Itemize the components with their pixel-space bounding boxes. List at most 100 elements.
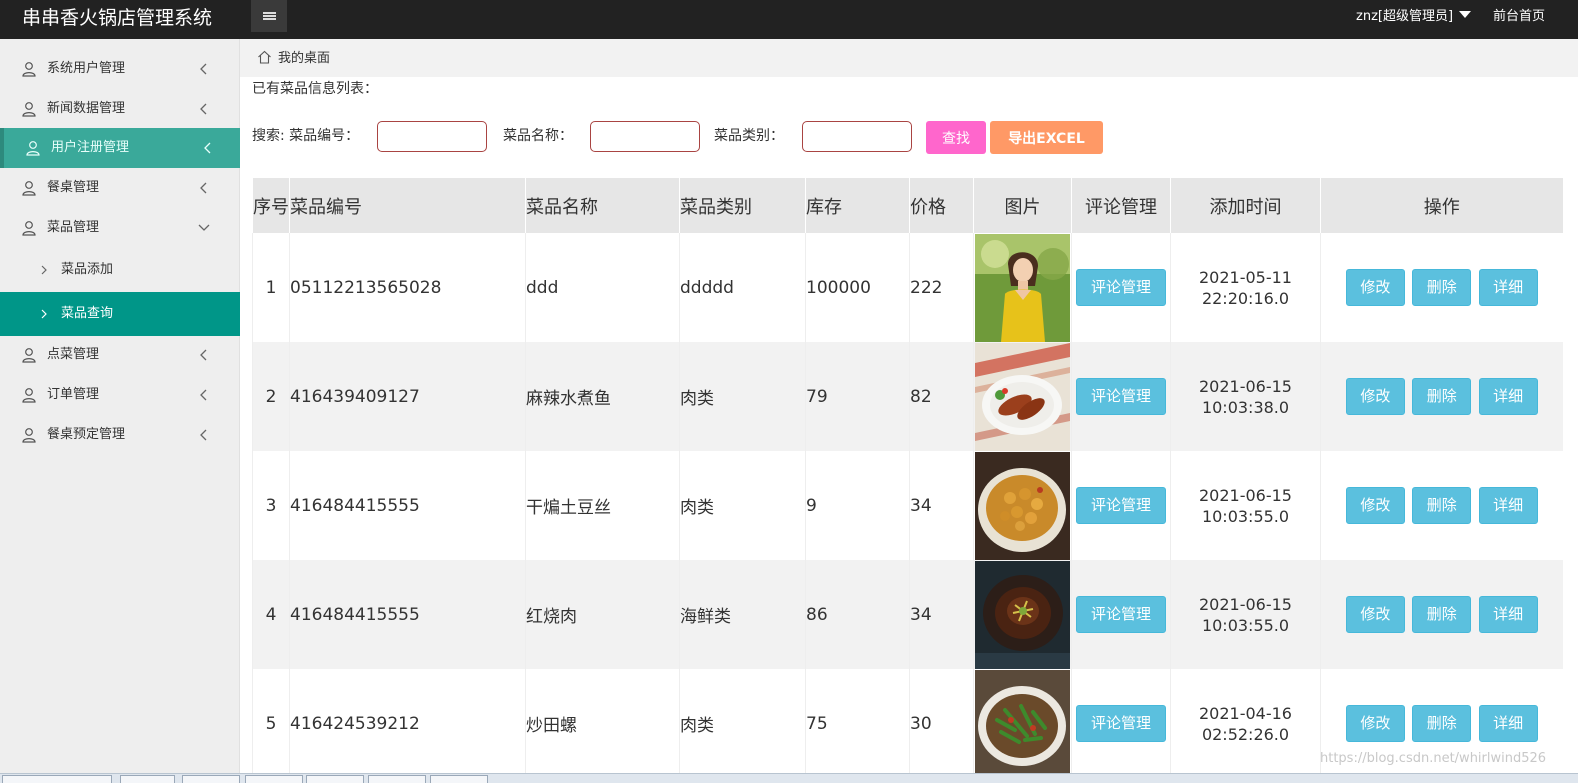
caret-down-icon [1459, 11, 1472, 18]
user-icon [22, 348, 36, 363]
sidebar-subitem-dish-query[interactable]: 菜品查询 [0, 292, 240, 336]
user-icon [22, 102, 36, 117]
home-icon [258, 50, 271, 64]
row-image-cell [973, 451, 1072, 560]
user-icon [22, 221, 36, 236]
row-date: 2021-06-15 [1199, 376, 1292, 396]
row-index: 1 [252, 233, 290, 342]
sidebar-item-label: 餐桌预定管理 [47, 427, 126, 442]
sidebar-item-label: 系统用户管理 [47, 61, 126, 76]
delete-button[interactable]: 删除 [1412, 378, 1472, 415]
sidebar-item-label: 新闻数据管理 [47, 101, 126, 116]
taskbar-button[interactable] [430, 775, 488, 783]
search-button[interactable]: 查找 [926, 121, 986, 154]
breadcrumb-home-link[interactable]: 我的桌面 [278, 51, 330, 67]
table-row: 3 416484415555 干煸土豆丝 肉类 9 34 评论管理 2021-0… [252, 451, 1563, 560]
delete-button[interactable]: 删除 [1412, 705, 1472, 742]
row-price: 34 [909, 451, 974, 560]
taskbar-button[interactable] [120, 775, 175, 783]
front-page-link[interactable]: 前台首页 [1493, 5, 1545, 24]
comment-manage-button[interactable]: 评论管理 [1076, 487, 1166, 524]
row-date: 2021-06-15 [1199, 594, 1292, 614]
dish-name-input[interactable] [590, 121, 700, 152]
edit-button[interactable]: 修改 [1345, 487, 1405, 524]
sidebar-item-tables[interactable]: 餐桌管理 [0, 168, 240, 208]
row-index: 5 [252, 669, 290, 778]
dish-code-input[interactable] [377, 121, 487, 152]
delete-button[interactable]: 删除 [1412, 269, 1472, 306]
row-stock: 100000 [805, 233, 910, 342]
user-dropdown[interactable]: znz[超级管理员] [1356, 5, 1472, 24]
sidebar: 系统用户管理 新闻数据管理 用户注册管理 餐桌管理 菜品管理 菜品添加 菜品查询… [0, 39, 240, 783]
detail-button[interactable]: 详细 [1478, 596, 1538, 633]
comment-manage-button[interactable]: 评论管理 [1076, 269, 1166, 306]
edit-button[interactable]: 修改 [1345, 378, 1405, 415]
delete-button[interactable]: 删除 [1412, 596, 1472, 633]
row-image-cell [973, 560, 1072, 669]
sidebar-item-table-booking[interactable]: 餐桌预定管理 [0, 415, 240, 455]
menu-toggle-button[interactable] [251, 0, 287, 32]
edit-button[interactable]: 修改 [1345, 705, 1405, 742]
chevron-left-icon [204, 142, 211, 154]
row-added-time: 2021-06-15 10:03:55.0 [1170, 560, 1321, 669]
sidebar-item-orders[interactable]: 订单管理 [0, 375, 240, 415]
row-actions: 修改 删除 详细 [1320, 560, 1563, 669]
row-time: 10:03:55.0 [1201, 506, 1290, 526]
detail-button[interactable]: 详细 [1478, 269, 1538, 306]
detail-button[interactable]: 详细 [1478, 705, 1538, 742]
sidebar-subitem-label: 菜品查询 [61, 306, 114, 321]
sidebar-item-label: 订单管理 [47, 387, 100, 402]
sidebar-item-ordering[interactable]: 点菜管理 [0, 335, 240, 375]
row-code: 416484415555 [289, 451, 526, 560]
row-name: ddd [525, 233, 680, 342]
chevron-left-icon [200, 389, 207, 401]
row-date: 2021-06-15 [1199, 485, 1292, 505]
comment-manage-button[interactable]: 评论管理 [1076, 705, 1166, 742]
export-excel-button[interactable]: 导出EXCEL [990, 121, 1103, 154]
sidebar-subitem-dish-add[interactable]: 菜品添加 [0, 250, 240, 290]
detail-button[interactable]: 详细 [1478, 378, 1538, 415]
row-name: 红烧肉 [525, 560, 680, 669]
chevron-right-icon [41, 265, 47, 275]
header-type: 菜品类别 [679, 178, 806, 233]
chevron-down-icon [198, 224, 210, 231]
row-stock: 86 [805, 560, 910, 669]
taskbar-button[interactable] [182, 775, 240, 783]
sidebar-item-news[interactable]: 新闻数据管理 [0, 89, 240, 129]
taskbar-button[interactable] [2, 775, 112, 783]
row-actions: 修改 删除 详细 [1320, 451, 1563, 560]
chevron-left-icon [200, 429, 207, 441]
row-time: 22:20:16.0 [1201, 288, 1290, 308]
sidebar-item-user-registration[interactable]: 用户注册管理 [0, 128, 240, 168]
search-code-label: 搜索: 菜品编号： [252, 128, 360, 144]
taskbar-button[interactable] [245, 775, 303, 783]
delete-button[interactable]: 删除 [1412, 487, 1472, 524]
row-price: 222 [909, 233, 974, 342]
search-name-label: 菜品名称： [503, 128, 573, 144]
row-type: 肉类 [679, 669, 806, 778]
chevron-left-icon [200, 103, 207, 115]
chevron-right-icon [41, 309, 47, 319]
taskbar-button[interactable] [368, 775, 426, 783]
header-name: 菜品名称 [525, 178, 680, 233]
edit-button[interactable]: 修改 [1345, 596, 1405, 633]
app-title[interactable]: 串串香火锅店管理系统 [22, 3, 212, 30]
woman-portrait-photo [975, 233, 1070, 342]
detail-button[interactable]: 详细 [1478, 487, 1538, 524]
sidebar-item-label: 点菜管理 [47, 347, 100, 362]
taskbar-button[interactable] [306, 775, 364, 783]
row-added-time: 2021-04-16 02:52:26.0 [1170, 669, 1321, 778]
sidebar-item-dishes[interactable]: 菜品管理 [0, 208, 240, 248]
header-comment: 评论管理 [1071, 178, 1171, 233]
hamburger-icon [262, 12, 276, 20]
comment-manage-button[interactable]: 评论管理 [1076, 596, 1166, 633]
dish-type-input[interactable] [802, 121, 912, 152]
header-added-time: 添加时间 [1170, 178, 1321, 233]
row-date: 2021-04-16 [1199, 703, 1292, 723]
chevron-left-icon [200, 349, 207, 361]
sidebar-item-system-users[interactable]: 系统用户管理 [0, 49, 240, 89]
row-added-time: 2021-06-15 10:03:38.0 [1170, 342, 1321, 451]
comment-manage-button[interactable]: 评论管理 [1076, 378, 1166, 415]
edit-button[interactable]: 修改 [1345, 269, 1405, 306]
row-comment-cell: 评论管理 [1071, 342, 1171, 451]
